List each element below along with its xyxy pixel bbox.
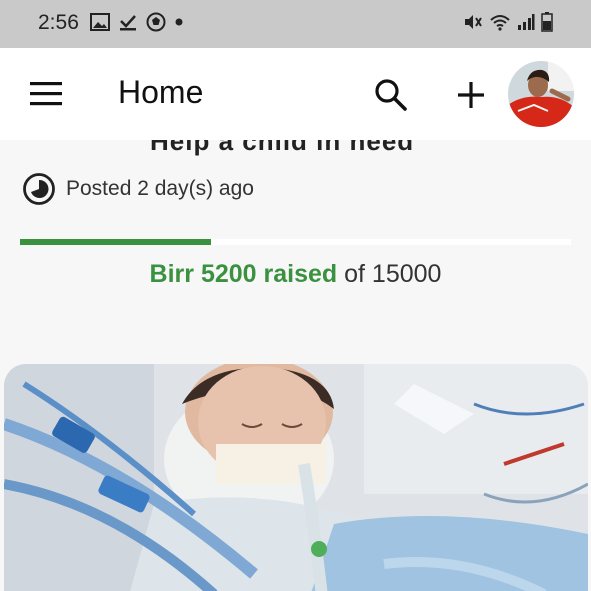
status-time: 2:56 bbox=[38, 11, 79, 34]
progress-fill bbox=[20, 239, 212, 245]
posted-text: Posted 2 day(s) ago bbox=[66, 177, 254, 200]
status-left-icons bbox=[90, 12, 184, 32]
download-done-icon bbox=[120, 15, 136, 31]
add-icon[interactable] bbox=[454, 78, 488, 112]
raised-goal: of 15000 bbox=[337, 260, 442, 288]
post-title: Help a child in need bbox=[150, 140, 415, 156]
post-photo[interactable] bbox=[4, 364, 588, 591]
mute-icon bbox=[465, 15, 482, 29]
clock-icon bbox=[23, 173, 55, 205]
avatar[interactable] bbox=[508, 61, 574, 127]
status-right-icons bbox=[463, 12, 553, 32]
status-bar: 2:56 bbox=[0, 0, 591, 48]
soccer-ball-icon bbox=[146, 12, 166, 32]
posted-info: Posted 2 day(s) ago bbox=[22, 172, 254, 206]
menu-icon[interactable] bbox=[30, 81, 62, 107]
image-icon bbox=[90, 13, 110, 31]
page-title: Home bbox=[118, 74, 204, 110]
feed-content: Help a child in need Posted 2 day(s) ago… bbox=[0, 140, 591, 591]
app-bar: Home bbox=[0, 48, 591, 140]
battery-icon bbox=[541, 12, 553, 32]
raised-summary: Birr 5200 raised of 15000 bbox=[0, 260, 591, 289]
wifi-icon bbox=[490, 15, 510, 31]
search-icon[interactable] bbox=[374, 78, 408, 112]
raised-amount: Birr 5200 raised bbox=[149, 260, 338, 288]
fundraise-progress-bar bbox=[20, 239, 571, 245]
signal-icon bbox=[518, 14, 535, 30]
dot-icon bbox=[175, 18, 183, 26]
